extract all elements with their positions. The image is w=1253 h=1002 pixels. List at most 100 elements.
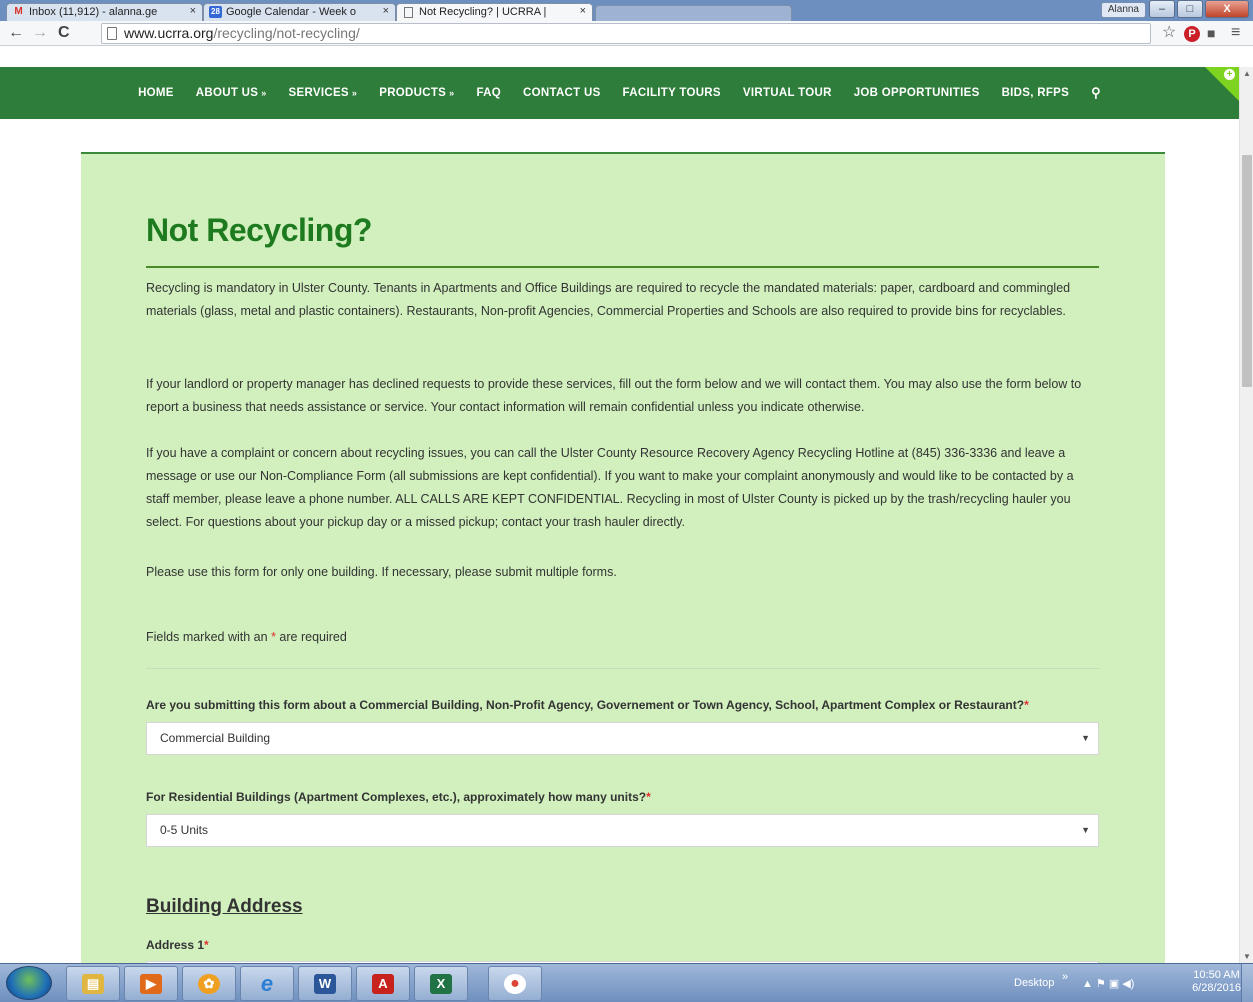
taskbar-photo-app[interactable]: ✿	[182, 966, 236, 1001]
system-tray-icons[interactable]: ▲ ⚑ ▣ ◀)	[1082, 977, 1134, 990]
required-fields-note: Fields marked with an * are required	[146, 630, 347, 644]
tab-title: Not Recycling? | UCRRA |	[419, 6, 547, 18]
internet-explorer-icon: e	[260, 971, 274, 996]
address1-label: Address 1*	[146, 938, 209, 952]
nav-item-home[interactable]: HOME	[127, 87, 185, 99]
chrome-menu-icon[interactable]: ≡	[1231, 24, 1240, 42]
nav-label: HOME	[138, 87, 174, 99]
pinterest-icon[interactable]: P	[1184, 26, 1200, 42]
profile-badge[interactable]: Alanna	[1100, 2, 1146, 18]
taskbar-excel[interactable]: X	[414, 966, 468, 1001]
nav-item-products[interactable]: PRODUCTS»	[368, 87, 465, 99]
nav-item-contact-us[interactable]: CONTACT US	[512, 87, 612, 99]
label-text: Address 1	[146, 938, 205, 952]
calendar-icon: 28	[209, 6, 222, 18]
address-bar[interactable]: www.ucrra.org/recycling/not-recycling/	[101, 23, 1151, 44]
system-clock[interactable]: 10:50 AM 6/28/2016	[1192, 969, 1241, 995]
content-panel: Not Recycling? Recycling is mandatory in…	[81, 152, 1165, 963]
nav-label: VIRTUAL TOUR	[742, 87, 832, 99]
intro-paragraph: Recycling is mandatory in Ulster County.…	[146, 281, 1071, 318]
title-divider	[146, 266, 1099, 268]
tab-gmail-inbox[interactable]: M Inbox (11,912) - alanna.ge ×	[6, 3, 203, 21]
gmail-icon: M	[14, 6, 23, 17]
excel-icon: X	[430, 974, 452, 994]
chevron-down-icon: »	[351, 88, 358, 98]
reload-icon[interactable]: C	[58, 24, 70, 42]
nav-menu: HOME ABOUT US» SERVICES» PRODUCTS» FAQ C…	[0, 67, 1239, 119]
nav-item-faq[interactable]: FAQ	[465, 87, 512, 99]
media-player-icon: ▶	[140, 974, 162, 994]
window-controls: – □ X	[1149, 0, 1249, 20]
bookmark-star-icon[interactable]: ☆	[1162, 24, 1176, 42]
clock-time: 10:50 AM	[1193, 969, 1240, 981]
close-tab-icon[interactable]: ×	[190, 5, 196, 17]
nav-label: CONTACT US	[523, 87, 601, 99]
tab-google-calendar[interactable]: 28 Google Calendar - Week o ×	[203, 3, 396, 21]
show-desktop-button[interactable]	[1241, 964, 1253, 1002]
building-type-label: Are you submitting this form about a Com…	[146, 698, 1029, 712]
close-window-button[interactable]: X	[1205, 0, 1249, 18]
nav-label: ABOUT US	[195, 87, 259, 99]
taskbar-media-player[interactable]: ▶	[124, 966, 178, 1001]
taskbar-acrobat[interactable]: A	[356, 966, 410, 1001]
label-text: For Residential Buildings (Apartment Com…	[146, 790, 647, 804]
label-text: Are you submitting this form about a Com…	[146, 698, 1025, 712]
dropdown-caret-icon: ▼	[1081, 733, 1090, 743]
site-navigation: HOME ABOUT US» SERVICES» PRODUCTS» FAQ C…	[0, 67, 1239, 119]
chrome-icon: ●	[504, 974, 526, 994]
nav-item-about-us[interactable]: ABOUT US»	[185, 87, 278, 99]
minimize-button[interactable]: –	[1149, 0, 1175, 18]
page-title: Not Recycling?	[146, 212, 372, 248]
scroll-down-icon[interactable]: ▼	[1243, 952, 1251, 961]
required-note-prefix: Fields marked with an	[146, 630, 272, 644]
nav-item-services[interactable]: SERVICES»	[278, 87, 369, 99]
one-building-note: Please use this form for only one buildi…	[146, 565, 617, 579]
taskbar-file-explorer[interactable]: ▤	[66, 966, 120, 1001]
page-icon	[404, 7, 413, 18]
plus-icon[interactable]: +	[1224, 69, 1235, 80]
building-address-heading: Building Address	[146, 896, 303, 917]
taskbar-word[interactable]: W	[298, 966, 352, 1001]
chevron-down-icon: »	[449, 88, 455, 98]
selected-value: Commercial Building	[160, 731, 271, 745]
clock-date: 6/28/2016	[1192, 982, 1241, 994]
complaint-paragraph: If you have a complaint or concern about…	[146, 446, 1074, 529]
scrollbar-thumb[interactable]	[1242, 155, 1252, 387]
tab-blurred[interactable]	[595, 5, 792, 21]
nav-item-bids-rfps[interactable]: BIDS, RFPS	[991, 87, 1081, 99]
landlord-paragraph: If your landlord or property manager has…	[146, 377, 1082, 414]
close-tab-icon[interactable]: ×	[383, 5, 389, 17]
toolbar-chevron-icon[interactable]: »	[1062, 971, 1068, 983]
url-host: www.ucrra.org	[124, 25, 214, 41]
close-tab-icon[interactable]: ×	[580, 5, 586, 17]
tab-title: Inbox (11,912) - alanna.ge	[29, 6, 158, 18]
units-select[interactable]: 0-5 Units ▼	[146, 814, 1099, 847]
nav-label: FAQ	[476, 87, 502, 99]
building-type-select[interactable]: Commercial Building ▼	[146, 722, 1099, 755]
scroll-up-icon[interactable]: ▲	[1243, 69, 1251, 78]
nav-item-virtual-tour[interactable]: VIRTUAL TOUR	[732, 87, 843, 99]
url-path: /recycling/not-recycling/	[213, 25, 360, 41]
nav-label: FACILITY TOURS	[622, 87, 721, 99]
desktop-toolbar-label[interactable]: Desktop	[1014, 977, 1054, 989]
taskbar-internet-explorer[interactable]: e	[240, 966, 294, 1001]
selected-value: 0-5 Units	[160, 823, 209, 837]
nav-item-job-opportunities[interactable]: JOB OPPORTUNITIES	[843, 87, 991, 99]
search-icon[interactable]: ⚲	[1080, 85, 1112, 101]
start-button[interactable]	[6, 966, 52, 1000]
page-scrollbar[interactable]: ▲ ▼	[1239, 67, 1253, 963]
maximize-button[interactable]: □	[1177, 0, 1203, 18]
tab-not-recycling[interactable]: Not Recycling? | UCRRA | ×	[396, 3, 593, 22]
nav-label: PRODUCTS	[379, 87, 447, 99]
back-arrow-icon[interactable]: ←	[8, 24, 24, 42]
page-info-icon[interactable]	[107, 27, 117, 40]
photo-app-icon: ✿	[198, 974, 220, 994]
taskbar-chrome[interactable]: ●	[488, 966, 542, 1001]
required-note-suffix: are required	[275, 630, 347, 644]
nav-item-facility-tours[interactable]: FACILITY TOURS	[612, 87, 732, 99]
extension-icon[interactable]: ■	[1207, 24, 1215, 42]
folder-icon: ▤	[82, 974, 104, 994]
forward-arrow-icon[interactable]: →	[32, 24, 48, 42]
nav-label: BIDS, RFPS	[1001, 87, 1070, 99]
acrobat-icon: A	[372, 974, 394, 994]
